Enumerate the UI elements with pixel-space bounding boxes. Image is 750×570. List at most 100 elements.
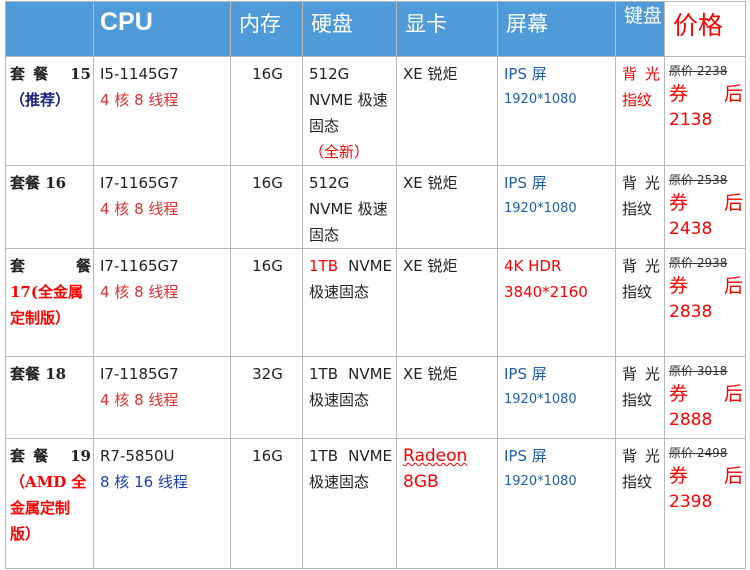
price-cell: 原价 2238 券后 2138 [664, 56, 746, 166]
coupon-label: 券后 [669, 383, 743, 405]
gpu-model: Radeon [403, 446, 468, 466]
table-row: 套餐 15 （推荐） I5-1145G7 4 核 8 线程 16G 512G N… [5, 56, 746, 166]
keyboard-cell: 背光指纹 [615, 438, 665, 569]
header-cpu: CPU [93, 1, 231, 57]
package-name: 套餐 [10, 257, 91, 275]
screen-type: IPS 屏 [504, 447, 547, 465]
storage-size: 512G [309, 174, 350, 192]
price-cell: 原价 2538 券后 2438 [664, 165, 746, 249]
storage-type: NVME [348, 257, 392, 275]
ram-cell: 16G [230, 165, 303, 249]
screen-type: IPS 屏 [504, 65, 547, 83]
cpu-cores: 4 核 8 线程 [100, 391, 179, 409]
screen-cell: IPS 屏 1920*1080 [497, 56, 616, 166]
final-price: 2398 [669, 492, 713, 512]
header-storage: 硬盘 [302, 1, 397, 57]
price-cell: 原价 2938 券后 2838 [664, 248, 746, 357]
ram-cell: 16G [230, 438, 303, 569]
cpu-cell: I7-1165G7 4 核 8 线程 [93, 248, 231, 357]
storage-size: 1TB [309, 447, 338, 465]
header-row: CPU 内存 硬盘 显卡 屏幕 键盘 价格 [5, 1, 746, 57]
ram-cell: 16G [230, 248, 303, 357]
final-price: 2888 [669, 410, 713, 430]
package-cell: 套餐 18 [5, 356, 94, 439]
cpu-model: I7-1185G7 [100, 365, 179, 383]
keyboard-feature: 背光指纹 [622, 65, 660, 109]
storage-cell: 1TB NVME 极速固态 [302, 248, 397, 357]
storage-desc: 固态 [309, 117, 340, 135]
cpu-cores: 4 核 8 线程 [100, 91, 179, 109]
screen-resolution: 1920*1080 [504, 92, 577, 107]
package-note: 17(全金属定制版） [10, 283, 83, 327]
screen-type: IPS 屏 [504, 365, 547, 383]
header-keyboard: 键盘 [615, 1, 665, 57]
final-price: 2838 [669, 302, 713, 322]
screen-resolution: 1920*1080 [504, 474, 577, 489]
gpu-cell: XE 锐炬 [396, 165, 498, 249]
cpu-cell: I7-1165G7 4 核 8 线程 [93, 165, 231, 249]
package-cell: 套餐 19 （AMD 全金属定制版） [5, 438, 94, 569]
gpu-cell: XE 锐炬 [396, 56, 498, 166]
storage-size: 1TB [309, 365, 338, 383]
package-cell: 套餐 17(全金属定制版） [5, 248, 94, 357]
original-price: 原价 3018 [669, 364, 728, 378]
cpu-model: R7-5850U [100, 447, 175, 465]
header-screen: 屏幕 [497, 1, 616, 57]
storage-desc: 极速固态 [309, 391, 370, 409]
screen-cell: 4K HDR 3840*2160 [497, 248, 616, 357]
package-note: （推荐） [10, 91, 71, 109]
ram-cell: 16G [230, 56, 303, 166]
final-price: 2438 [669, 219, 713, 239]
keyboard-cell: 背光指纹 [615, 165, 665, 249]
storage-type: NVME [348, 447, 392, 465]
screen-resolution: 1920*1080 [504, 392, 577, 407]
header-price: 价格 [664, 1, 746, 57]
package-name: 套餐 19 [10, 447, 91, 465]
storage-cell: 512G NVME 极速 固态 [302, 165, 397, 249]
package-name: 套餐 18 [10, 365, 67, 383]
ram-cell: 32G [230, 356, 303, 439]
package-name: 套餐 16 [10, 174, 67, 192]
coupon-label: 券后 [669, 275, 743, 297]
keyboard-cell: 背光指纹 [615, 248, 665, 357]
gpu-cell: Radeon 8GB [396, 438, 498, 569]
screen-cell: IPS 屏 1920*1080 [497, 438, 616, 569]
table-row: 套餐 18 I7-1185G7 4 核 8 线程 32G 1TB NVME 极速固… [5, 356, 746, 439]
cpu-model: I7-1165G7 [100, 174, 179, 192]
storage-size: 1TB [309, 257, 338, 275]
header-package [5, 1, 94, 57]
original-price: 原价 2938 [669, 256, 728, 270]
cpu-model: I5-1145G7 [100, 65, 179, 83]
header-ram: 内存 [230, 1, 303, 57]
package-note: （AMD 全金属定制版） [10, 473, 87, 543]
cpu-cores: 8 核 16 线程 [100, 473, 188, 491]
cpu-cell: I7-1185G7 4 核 8 线程 [93, 356, 231, 439]
package-cell: 套餐 15 （推荐） [5, 56, 94, 166]
storage-type: NVME [348, 365, 392, 383]
storage-desc: 极速固态 [309, 283, 370, 301]
storage-type: NVME 极速 [309, 91, 388, 109]
cpu-model: I7-1165G7 [100, 257, 179, 275]
screen-type: IPS 屏 [504, 174, 547, 192]
storage-cell: 1TB NVME 极速固态 [302, 438, 397, 569]
gpu-memory: 8GB [403, 472, 439, 492]
cpu-cell: R7-5850U 8 核 16 线程 [93, 438, 231, 569]
original-price: 原价 2238 [669, 64, 728, 78]
coupon-label: 券后 [669, 192, 743, 214]
storage-type: NVME 极速 [309, 200, 388, 218]
cpu-cores: 4 核 8 线程 [100, 283, 179, 301]
spec-price-table: CPU 内存 硬盘 显卡 屏幕 键盘 价格 套餐 15 （推荐） I5-1145… [5, 1, 746, 569]
storage-cell: 1TB NVME 极速固态 [302, 356, 397, 439]
original-price: 原价 2498 [669, 446, 728, 460]
keyboard-cell: 背光指纹 [615, 56, 665, 166]
screen-type: 4K HDR [504, 257, 562, 275]
storage-desc: 固态 [309, 226, 340, 244]
price-cell: 原价 2498 券后 2398 [664, 438, 746, 569]
gpu-cell: XE 锐炬 [396, 248, 498, 357]
screen-resolution: 1920*1080 [504, 201, 577, 216]
table-row: 套餐 16 I7-1165G7 4 核 8 线程 16G 512G NVME 极… [5, 165, 746, 249]
screen-resolution: 3840*2160 [504, 283, 588, 301]
original-price: 原价 2538 [669, 173, 728, 187]
price-cell: 原价 3018 券后 2888 [664, 356, 746, 439]
storage-size: 512G [309, 65, 350, 83]
